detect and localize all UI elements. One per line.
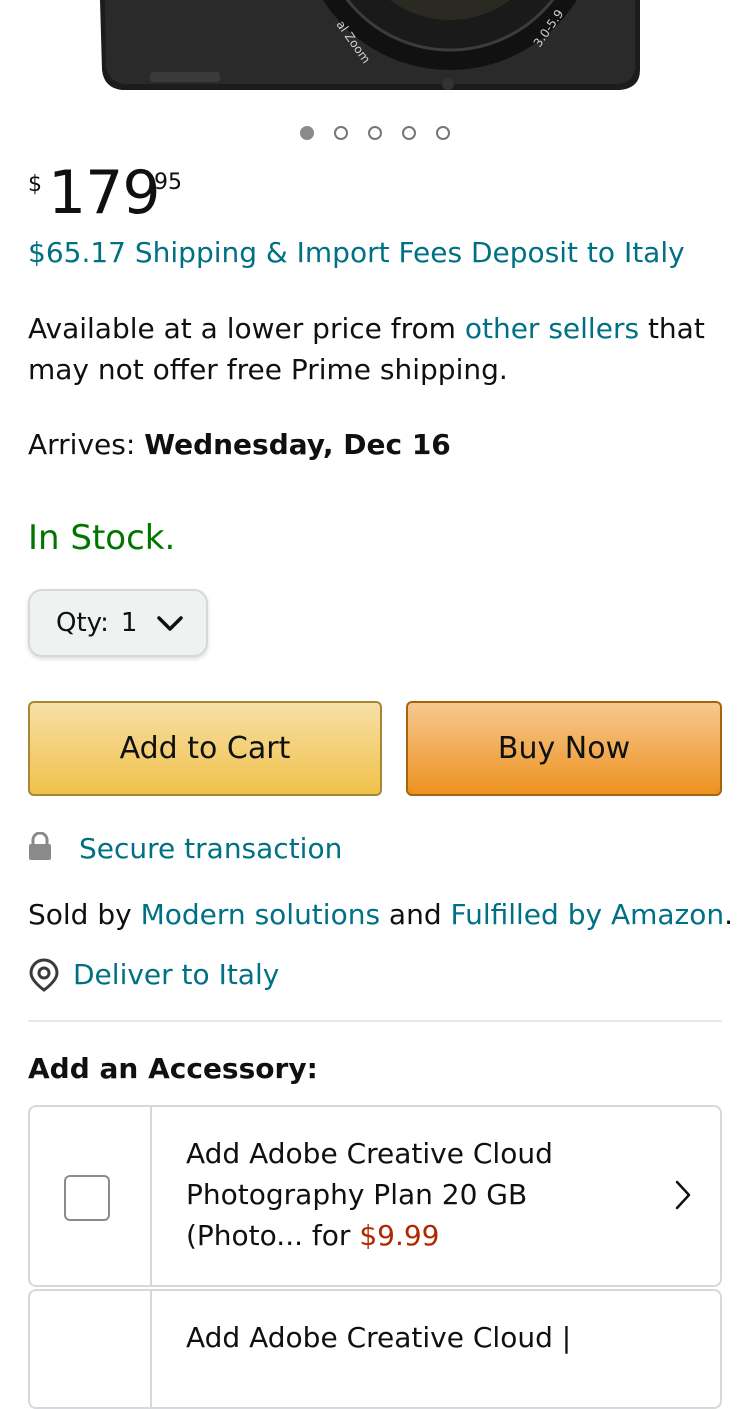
accessory-item[interactable]: Add Adobe Creative Cloud Photography Pla…: [28, 1105, 722, 1287]
carousel-dot-1[interactable]: [300, 126, 314, 140]
sold-by-suffix: .: [724, 898, 734, 931]
lower-price-prefix: Available at a lower price from: [28, 312, 465, 345]
add-to-cart-button[interactable]: Add to Cart: [28, 701, 382, 796]
divider: [28, 1020, 722, 1022]
accessory-checkbox-cell: [30, 1107, 152, 1285]
chevron-down-icon: [156, 611, 184, 641]
quantity-value: 1: [120, 608, 138, 638]
sold-by-middle: and: [380, 898, 451, 931]
lower-price-notice: Available at a lower price from other se…: [28, 308, 728, 390]
seller-link[interactable]: Modern solutions: [141, 898, 380, 931]
chevron-right-icon[interactable]: [674, 1179, 692, 1215]
price-symbol: $: [28, 172, 42, 197]
deliver-to-label: Deliver to Italy: [73, 958, 280, 991]
fulfilled-by-amazon-link[interactable]: Fulfilled by Amazon: [451, 898, 725, 931]
sold-by-prefix: Sold by: [28, 898, 141, 931]
accessory-checkbox[interactable]: [64, 1175, 110, 1221]
accessory-heading: Add an Accessory:: [28, 1052, 318, 1085]
accessory-text: Add Adobe Creative Cloud Photography Pla…: [186, 1133, 646, 1256]
arrival-info: Arrives: Wednesday, Dec 16: [28, 428, 451, 461]
stock-status: In Stock.: [28, 518, 176, 558]
carousel-dots: [0, 126, 750, 146]
accessory-checkbox-cell: [30, 1291, 152, 1407]
secure-transaction-label: Secure transaction: [79, 832, 343, 865]
quantity-label: Qty:: [56, 608, 109, 638]
accessory-text: Add Adobe Creative Cloud |: [186, 1317, 646, 1358]
price-fraction: 95: [154, 170, 182, 195]
price-whole: 179: [48, 158, 161, 228]
lock-icon: [28, 831, 52, 866]
arrival-date: Wednesday, Dec 16: [144, 428, 451, 461]
quantity-dropdown[interactable]: Qty: 1: [28, 589, 208, 657]
accessory-price: $9.99: [359, 1219, 440, 1252]
shipping-fees-link[interactable]: $65.17 Shipping & Import Fees Deposit to…: [28, 236, 685, 269]
other-sellers-link[interactable]: other sellers: [465, 312, 639, 345]
accessory-item[interactable]: Add Adobe Creative Cloud |: [28, 1289, 722, 1409]
accessory-title: Add Adobe Creative Cloud |: [186, 1321, 572, 1354]
arrives-label: Arrives:: [28, 428, 145, 461]
carousel-dot-5[interactable]: [436, 126, 450, 140]
buy-now-button[interactable]: Buy Now: [406, 701, 722, 796]
carousel-dot-3[interactable]: [368, 126, 382, 140]
carousel-dot-4[interactable]: [402, 126, 416, 140]
carousel-dot-2[interactable]: [334, 126, 348, 140]
product-image[interactable]: al Zoom 3.0-5.9: [0, 0, 750, 110]
sold-by: Sold by Modern solutions and Fulfilled b…: [28, 898, 733, 931]
location-pin-icon: [28, 958, 60, 996]
